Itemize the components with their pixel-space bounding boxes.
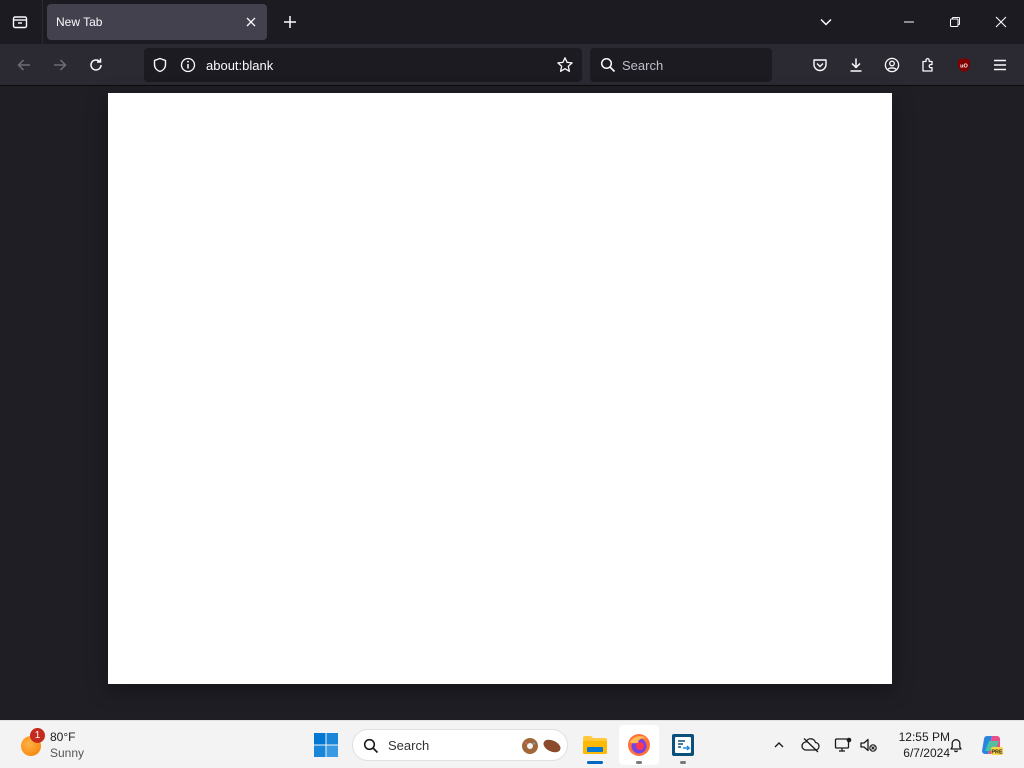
active-indicator: [587, 761, 603, 764]
svg-text:PRE: PRE: [991, 749, 1003, 755]
remote-app-taskbar-button[interactable]: [663, 725, 703, 765]
address-bar[interactable]: about:blank: [144, 48, 582, 82]
weather-temperature: 80°F: [50, 730, 76, 744]
blank-page[interactable]: [108, 93, 892, 684]
pocket-icon: [813, 59, 827, 72]
weather-widget[interactable]: 1 80°F Sunny: [18, 727, 108, 763]
ublock-icon: uO: [958, 58, 970, 72]
content-area: [0, 86, 1024, 720]
taskbar-search-box[interactable]: Search: [352, 729, 568, 761]
onedrive-tray-button[interactable]: [799, 733, 823, 757]
downloads-button[interactable]: [841, 50, 871, 80]
list-all-tabs-button[interactable]: [812, 8, 840, 36]
close-icon: [995, 16, 1007, 28]
restore-button[interactable]: [932, 0, 978, 44]
search-bar[interactable]: Search: [590, 48, 772, 82]
url-text[interactable]: about:blank: [206, 58, 273, 73]
network-tray-button[interactable]: [831, 733, 855, 757]
account-button[interactable]: [877, 50, 907, 80]
tab-title: New Tab: [56, 15, 103, 29]
minimize-button[interactable]: [886, 0, 932, 44]
copilot-button[interactable]: PRE: [980, 733, 1004, 757]
pocket-button[interactable]: [805, 50, 835, 80]
back-arrow-icon: [17, 59, 30, 71]
minimize-icon: [904, 21, 914, 23]
forward-button[interactable]: [45, 50, 75, 80]
windows-logo-icon: [314, 733, 338, 757]
tab-list-button[interactable]: [6, 8, 34, 36]
cloud-offline-icon: [801, 738, 820, 753]
bell-icon: [950, 739, 962, 753]
puzzle-icon: [922, 58, 933, 72]
site-info-button[interactable]: [179, 56, 197, 74]
tab-list-icon: [12, 16, 28, 29]
tab-close-button[interactable]: [243, 14, 259, 30]
extensions-button[interactable]: [913, 50, 943, 80]
tab-strip: New Tab: [0, 0, 1024, 44]
search-icon: [600, 57, 616, 73]
search-icon: [363, 738, 379, 754]
navigation-toolbar: about:blank Search uO: [0, 44, 1024, 86]
shield-icon: [153, 57, 167, 73]
hamburger-menu-icon: [994, 59, 1006, 71]
ublock-button[interactable]: uO: [949, 50, 979, 80]
star-icon: [557, 57, 573, 72]
new-tab-button[interactable]: [276, 8, 304, 36]
clock[interactable]: 12:55 PM 6/7/2024: [880, 729, 950, 761]
svg-text:uO: uO: [960, 63, 968, 69]
tab-separator: [42, 0, 43, 44]
taskbar-search-placeholder: Search: [388, 738, 430, 753]
volume-muted-icon: [860, 738, 877, 752]
account-icon: [884, 57, 900, 73]
running-indicator: [680, 761, 686, 764]
notifications-button[interactable]: [944, 733, 968, 757]
search-placeholder: Search: [622, 58, 664, 73]
reload-icon: [90, 58, 102, 71]
forward-arrow-icon: [54, 59, 67, 71]
bookmark-button[interactable]: [556, 56, 574, 74]
tab-new-tab[interactable]: New Tab: [47, 4, 267, 40]
show-hidden-icons-button[interactable]: [767, 733, 791, 757]
firefox-taskbar-button[interactable]: [619, 725, 659, 765]
download-icon: [850, 58, 862, 72]
folder-icon: [583, 736, 607, 754]
info-icon: [180, 57, 196, 73]
restore-icon: [950, 17, 960, 27]
clock-time: 12:55 PM: [898, 730, 950, 744]
volume-tray-button[interactable]: [856, 733, 880, 757]
clock-date: 6/7/2024: [903, 746, 950, 760]
chevron-down-icon: [820, 18, 832, 26]
plus-icon: [284, 16, 296, 28]
start-button[interactable]: [312, 731, 340, 759]
app-menu-button[interactable]: [985, 50, 1015, 80]
close-window-button[interactable]: [978, 0, 1024, 44]
close-icon: [246, 17, 256, 27]
remote-desktop-icon: [672, 734, 694, 756]
network-icon: [834, 737, 852, 752]
notification-badge: 1: [30, 728, 45, 743]
windows-taskbar: 1 80°F Sunny Search 12:55 PM 6/7/2024 PR…: [0, 720, 1024, 768]
firefox-icon: [628, 734, 650, 756]
weather-condition: Sunny: [50, 746, 85, 760]
back-button[interactable]: [9, 50, 39, 80]
tracking-protection-button[interactable]: [151, 56, 169, 74]
search-highlight-icon: [522, 738, 561, 754]
reload-button[interactable]: [81, 50, 111, 80]
chevron-up-icon: [774, 742, 784, 748]
copilot-icon: PRE: [982, 736, 1003, 755]
running-indicator: [636, 761, 642, 764]
file-explorer-taskbar-button[interactable]: [575, 725, 615, 765]
